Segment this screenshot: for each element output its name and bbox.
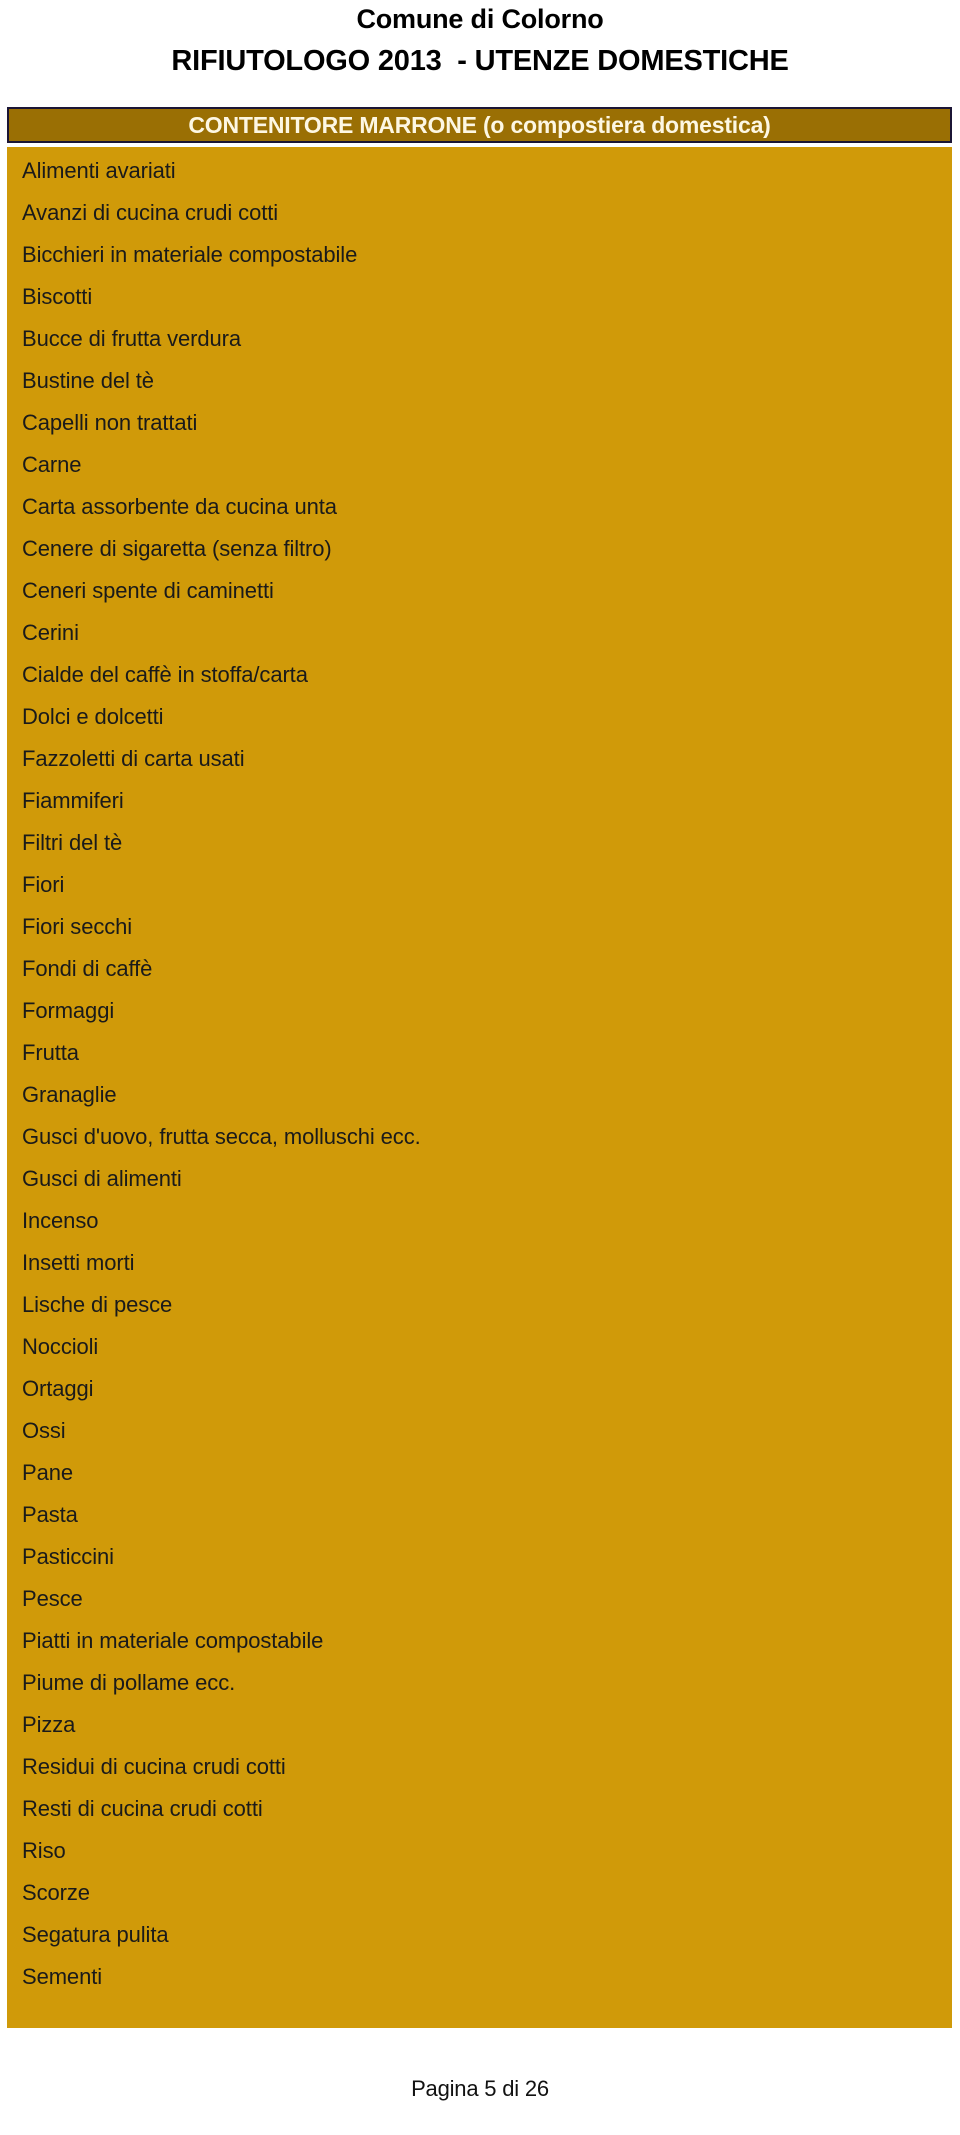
waste-list-item: Residui di cucina crudi cotti [22,1754,286,1779]
document-title: RIFIUTOLOGO 2013 - UTENZE DOMESTICHE [171,45,789,77]
page-footer: Pagina 5 di 26 [0,2075,960,2103]
waste-list-item: Capelli non trattati [22,410,198,435]
waste-list-item: Bucce di frutta verdura [22,326,242,351]
waste-list-item: Lische di pesce [22,1292,173,1317]
waste-list-item: Riso [22,1838,66,1863]
waste-list-item: Ceneri spente di caminetti [22,578,274,603]
waste-list-item: Ortaggi [22,1376,94,1401]
waste-list-item: Avanzi di cucina crudi cotti [22,200,279,225]
waste-list-item: Granaglie [22,1082,117,1107]
waste-list-item: Insetti morti [22,1250,135,1275]
waste-list-item: Resti di cucina crudi cotti [22,1796,263,1821]
waste-list-item: Biscotti [22,284,93,309]
waste-list-item: Filtri del tè [22,830,123,855]
container-header-bar: CONTENITORE MARRONE (o compostiera domes… [7,107,952,143]
waste-list-item: Cialde del caffè in stoffa/carta [22,662,308,687]
waste-list-item: Formaggi [22,998,115,1023]
waste-list-item: Incenso [22,1208,99,1233]
waste-list-item: Pasta [22,1502,78,1527]
waste-list-item: Piatti in materiale compostabile [22,1628,324,1653]
waste-items-panel: Alimenti avariati Avanzi di cucina crudi … [7,147,952,2028]
waste-list-item: Noccioli [22,1334,99,1359]
waste-list-item: Pasticcini [22,1544,114,1569]
waste-list-item: Frutta [22,1040,79,1065]
page-number-label: Pagina 5 di 26 [411,2076,549,2101]
waste-list-item: Fiori [22,872,65,897]
waste-list-item: Cenere di sigaretta (senza filtro) [22,536,332,561]
waste-list-item: Dolci e dolcetti [22,704,164,729]
waste-list-item: Ossi [22,1418,66,1443]
waste-list-item: Fazzoletti di carta usati [22,746,245,771]
waste-list-item: Pane [22,1460,73,1485]
waste-list-item: Scorze [22,1880,90,1905]
waste-list-item: Sementi [22,1964,103,1989]
waste-list-item: Carta assorbente da cucina unta [22,494,337,519]
waste-list-item: Carne [22,452,82,477]
waste-list-item: Piume di pollame ecc. [22,1670,236,1695]
waste-list-item: Fondi di caffè [22,956,153,981]
waste-list-item: Fiori secchi [22,914,133,939]
waste-list-item: Pesce [22,1586,83,1611]
waste-items-list: Alimenti avariati Avanzi di cucina crudi … [7,147,952,1998]
waste-list-item: Cerini [22,620,79,645]
waste-list-item: Bustine del tè [22,368,154,393]
waste-list-item: Segatura pulita [22,1922,169,1947]
waste-list-item: Pizza [22,1712,76,1737]
waste-list-item: Fiammiferi [22,788,124,813]
waste-list-item: Gusci d'uovo, frutta secca, molluschi ec… [22,1124,421,1149]
document-page: Comune di Colorno RIFIUTOLOGO 2013 - UTE… [0,0,960,2135]
waste-list-item: Alimenti avariati [22,158,176,183]
municipality-title: Comune di Colorno [356,4,604,34]
waste-list-item: Gusci di alimenti [22,1166,182,1191]
title-block: Comune di Colorno RIFIUTOLOGO 2013 - UTE… [0,0,960,80]
waste-list-item: Bicchieri in materiale compostabile [22,242,358,267]
container-header-label: CONTENITORE MARRONE (o compostiera domes… [188,112,771,138]
